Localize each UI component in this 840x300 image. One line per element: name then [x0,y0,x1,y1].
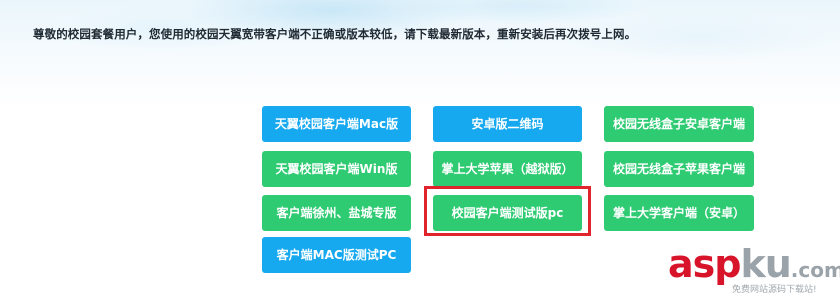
download-tianyi-win-button[interactable]: 天翼校园客户端Win版 [262,151,411,187]
site-watermark: aspku.com 免费网站源码下载站! [668,242,840,298]
xuzhou-yancheng-edition-button[interactable]: 客户端徐州、盐城专版 [262,195,411,231]
wireless-box-android-button[interactable]: 校园无线盒子安卓客户端 [604,106,754,142]
sky-banner-background [0,0,840,110]
watermark-subtitle: 免费网站源码下载站! [732,285,817,295]
watermark-ku: ku [740,242,791,286]
download-tianyi-mac-button[interactable]: 天翼校园客户端Mac版 [262,106,411,142]
wireless-box-ios-button[interactable]: 校园无线盒子苹果客户端 [604,151,754,187]
upgrade-notice-text: 尊敬的校园套餐用户，您使用的校园天翼宽带客户端不正确或版本较低，请下载最新版本，… [33,27,637,41]
watermark-com: .com [790,258,840,282]
campus-palm-ios-jailbreak-button[interactable]: 掌上大学苹果（越狱版） [433,151,582,187]
highlight-box [424,186,591,236]
campus-palm-android-button[interactable]: 掌上大学客户端（安卓） [604,195,754,231]
android-qr-code-button[interactable]: 安卓版二维码 [433,106,582,142]
watermark-asp: asp [668,242,741,286]
mac-beta-pc-button[interactable]: 客户端MAC版测试PC [262,237,411,273]
